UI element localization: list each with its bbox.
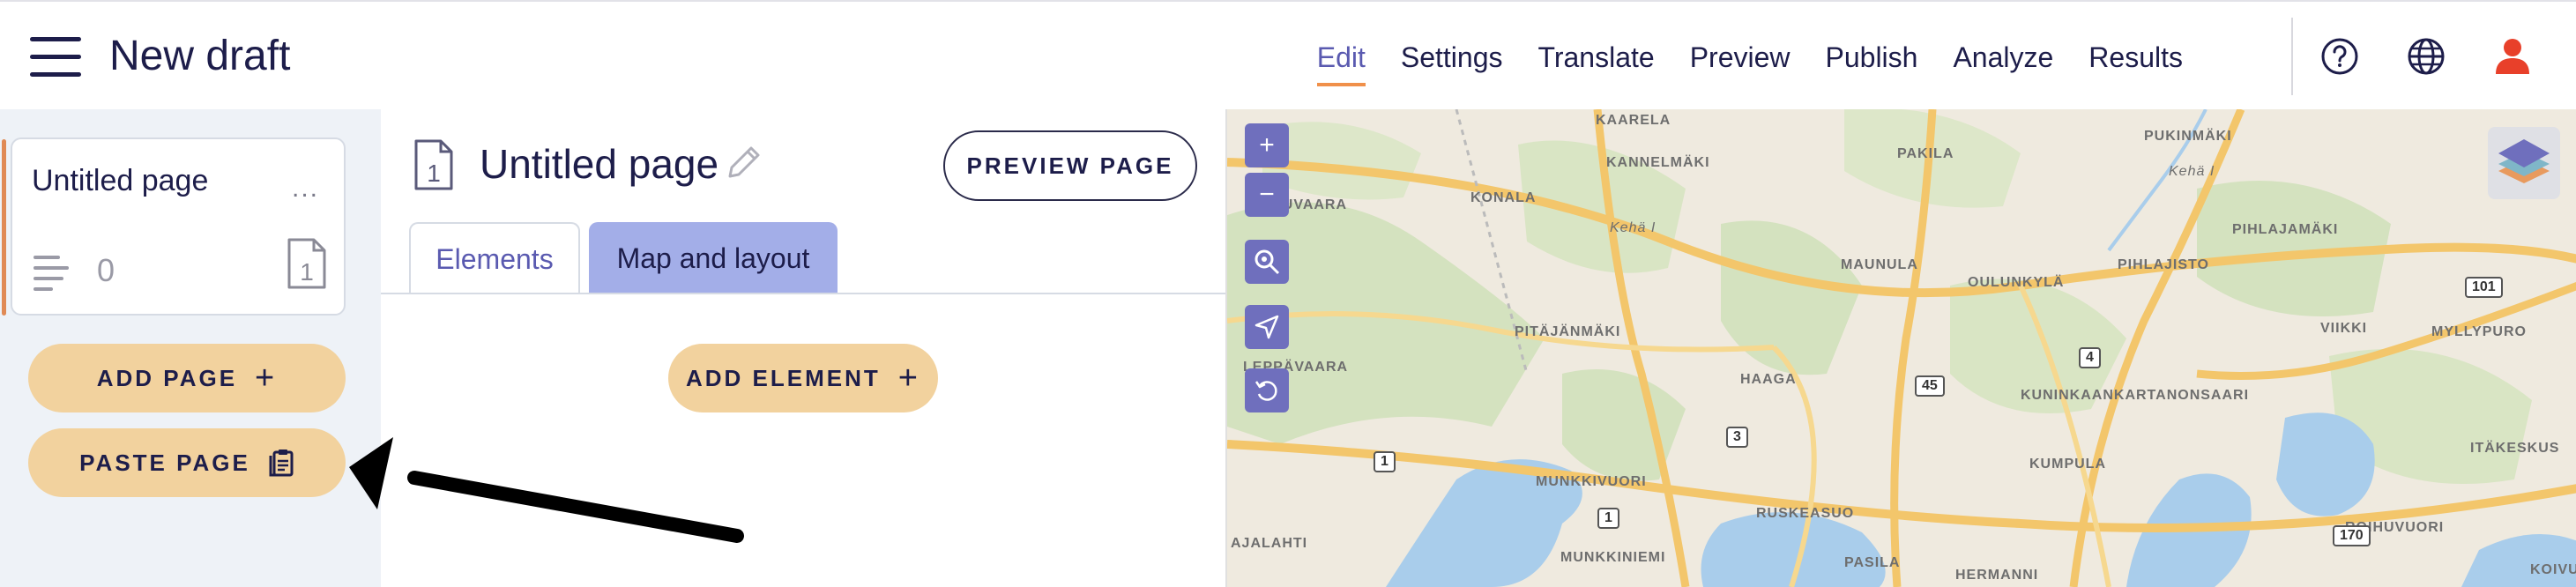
map-place-label: PASILA: [1844, 555, 1901, 570]
plus-icon: +: [897, 360, 920, 397]
map-place-label: KOIVU: [2530, 562, 2576, 577]
road-number: 45: [1915, 375, 1945, 397]
add-page-label: ADD PAGE: [96, 364, 238, 391]
map-place-label: PIHLAJISTO: [2118, 257, 2209, 272]
more-options-icon[interactable]: ...: [292, 175, 319, 202]
map-place-label: OULUNKYLÄ: [1968, 275, 2065, 290]
add-element-label: ADD ELEMENT: [686, 364, 881, 391]
map-place-label: ITÄKESKUS: [2470, 441, 2560, 456]
road-number: 1: [1597, 508, 1619, 529]
plus-icon: +: [255, 360, 278, 397]
map-place-label: PITÄJÄNMÄKI: [1515, 324, 1621, 339]
road-number: 3: [1726, 427, 1748, 448]
preview-page-button[interactable]: PREVIEW PAGE: [943, 130, 1197, 201]
nav-translate[interactable]: Translate: [1537, 35, 1654, 79]
map-place-label: PIHLAJAMÄKI: [2232, 222, 2339, 237]
clipboard-icon: [269, 450, 294, 477]
page-card-title: Untitled page: [32, 164, 209, 197]
page-icon-number: 1: [427, 160, 441, 187]
tab-divider: [381, 293, 1225, 294]
map-place-label: HAAGA: [1740, 372, 1797, 387]
help-icon[interactable]: [2319, 35, 2361, 78]
add-element-button[interactable]: ADD ELEMENT +: [668, 344, 938, 412]
map-place-label: VIIKKI: [2320, 321, 2368, 336]
map-place-label: Kehä I: [2169, 164, 2215, 179]
map-place-label: KANNELMÄKI: [1606, 155, 1710, 170]
map-place-label: MAUNULA: [1841, 257, 1918, 272]
nav-results[interactable]: Results: [2088, 35, 2183, 79]
road-number: 101: [2465, 277, 2503, 298]
locate-button[interactable]: [1245, 305, 1289, 349]
undo-icon: [1254, 381, 1277, 401]
page-icon: 1: [414, 139, 453, 190]
pages-sidebar: Untitled page ... 0 1 ADD PAGE + PASTE P…: [0, 109, 381, 587]
zoom-to-area-button[interactable]: [1245, 240, 1289, 284]
page-number-icon: 1: [287, 238, 326, 289]
nav-publish[interactable]: Publish: [1826, 35, 1918, 79]
map-place-label: KUMPULA: [2029, 457, 2106, 472]
magnifier-icon: [1254, 249, 1280, 275]
map-tiles: [1227, 109, 2576, 587]
map-place-label: AJALAHTI: [1231, 536, 1308, 551]
map-place-label: MYLLYPURO: [2431, 324, 2527, 339]
road-number: 170: [2333, 525, 2371, 546]
zoom-out-button[interactable]: −: [1245, 173, 1289, 217]
paste-page-label: PASTE PAGE: [79, 449, 250, 476]
map-place-label: KONALA: [1470, 190, 1537, 205]
nav-preview[interactable]: Preview: [1690, 35, 1791, 79]
page-card[interactable]: Untitled page ... 0 1: [2, 137, 346, 316]
element-count: 0: [97, 252, 115, 288]
main-nav: Edit Settings Translate Preview Publish …: [1316, 35, 2183, 86]
layers-icon: [2498, 139, 2550, 183]
nav-divider: [2291, 18, 2293, 95]
road-number: 4: [2079, 347, 2101, 368]
edit-pencil-icon[interactable]: [723, 141, 765, 183]
map-layers-button[interactable]: [2488, 127, 2560, 199]
map-place-label: MUNKKIVUORI: [1536, 474, 1647, 489]
list-icon: [34, 256, 69, 291]
page-number-text: 1: [300, 258, 314, 286]
user-icon[interactable]: [2491, 35, 2534, 78]
page-title: Untitled page: [480, 141, 719, 187]
add-page-button[interactable]: ADD PAGE +: [28, 344, 346, 412]
menu-icon[interactable]: [30, 37, 81, 78]
map-place-label: PAKILA: [1897, 146, 1954, 161]
map-place-label: MUNKKINIEMI: [1560, 550, 1666, 565]
map-place-label: Kehä I: [1610, 220, 1657, 235]
map-place-label: RUSKEASUO: [1756, 506, 1855, 521]
map-place-label: HERMANNI: [1955, 568, 2039, 583]
app-title: New draft: [109, 33, 291, 79]
map-place-label: PUKINMÄKI: [2144, 129, 2232, 144]
paste-page-button[interactable]: PASTE PAGE: [28, 428, 346, 497]
tab-map-and-layout[interactable]: Map and layout: [589, 222, 838, 294]
zoom-in-button[interactable]: +: [1245, 123, 1289, 167]
nav-analyze[interactable]: Analyze: [1953, 35, 2053, 79]
map-place-label: KUNINKAANKARTANONSAARI: [2021, 388, 2250, 403]
nav-edit[interactable]: Edit: [1316, 35, 1366, 86]
tab-elements[interactable]: Elements: [409, 222, 580, 294]
app-header: New draft Edit Settings Translate Previe…: [0, 0, 2576, 109]
page-editor: 1 Untitled page PREVIEW PAGE Elements Ma…: [381, 109, 1225, 587]
reset-view-button[interactable]: [1245, 368, 1289, 412]
map-place-label: KAARELA: [1596, 113, 1671, 128]
globe-icon[interactable]: [2405, 35, 2447, 78]
map-view[interactable]: KAARELA KANNELMÄKI PAKILA PUKINMÄKI Kehä…: [1225, 109, 2576, 587]
nav-settings[interactable]: Settings: [1401, 35, 1503, 79]
editor-tabs: Elements Map and layout: [409, 222, 838, 294]
road-number: 1: [1374, 451, 1396, 472]
navigation-arrow-icon: [1254, 315, 1279, 339]
